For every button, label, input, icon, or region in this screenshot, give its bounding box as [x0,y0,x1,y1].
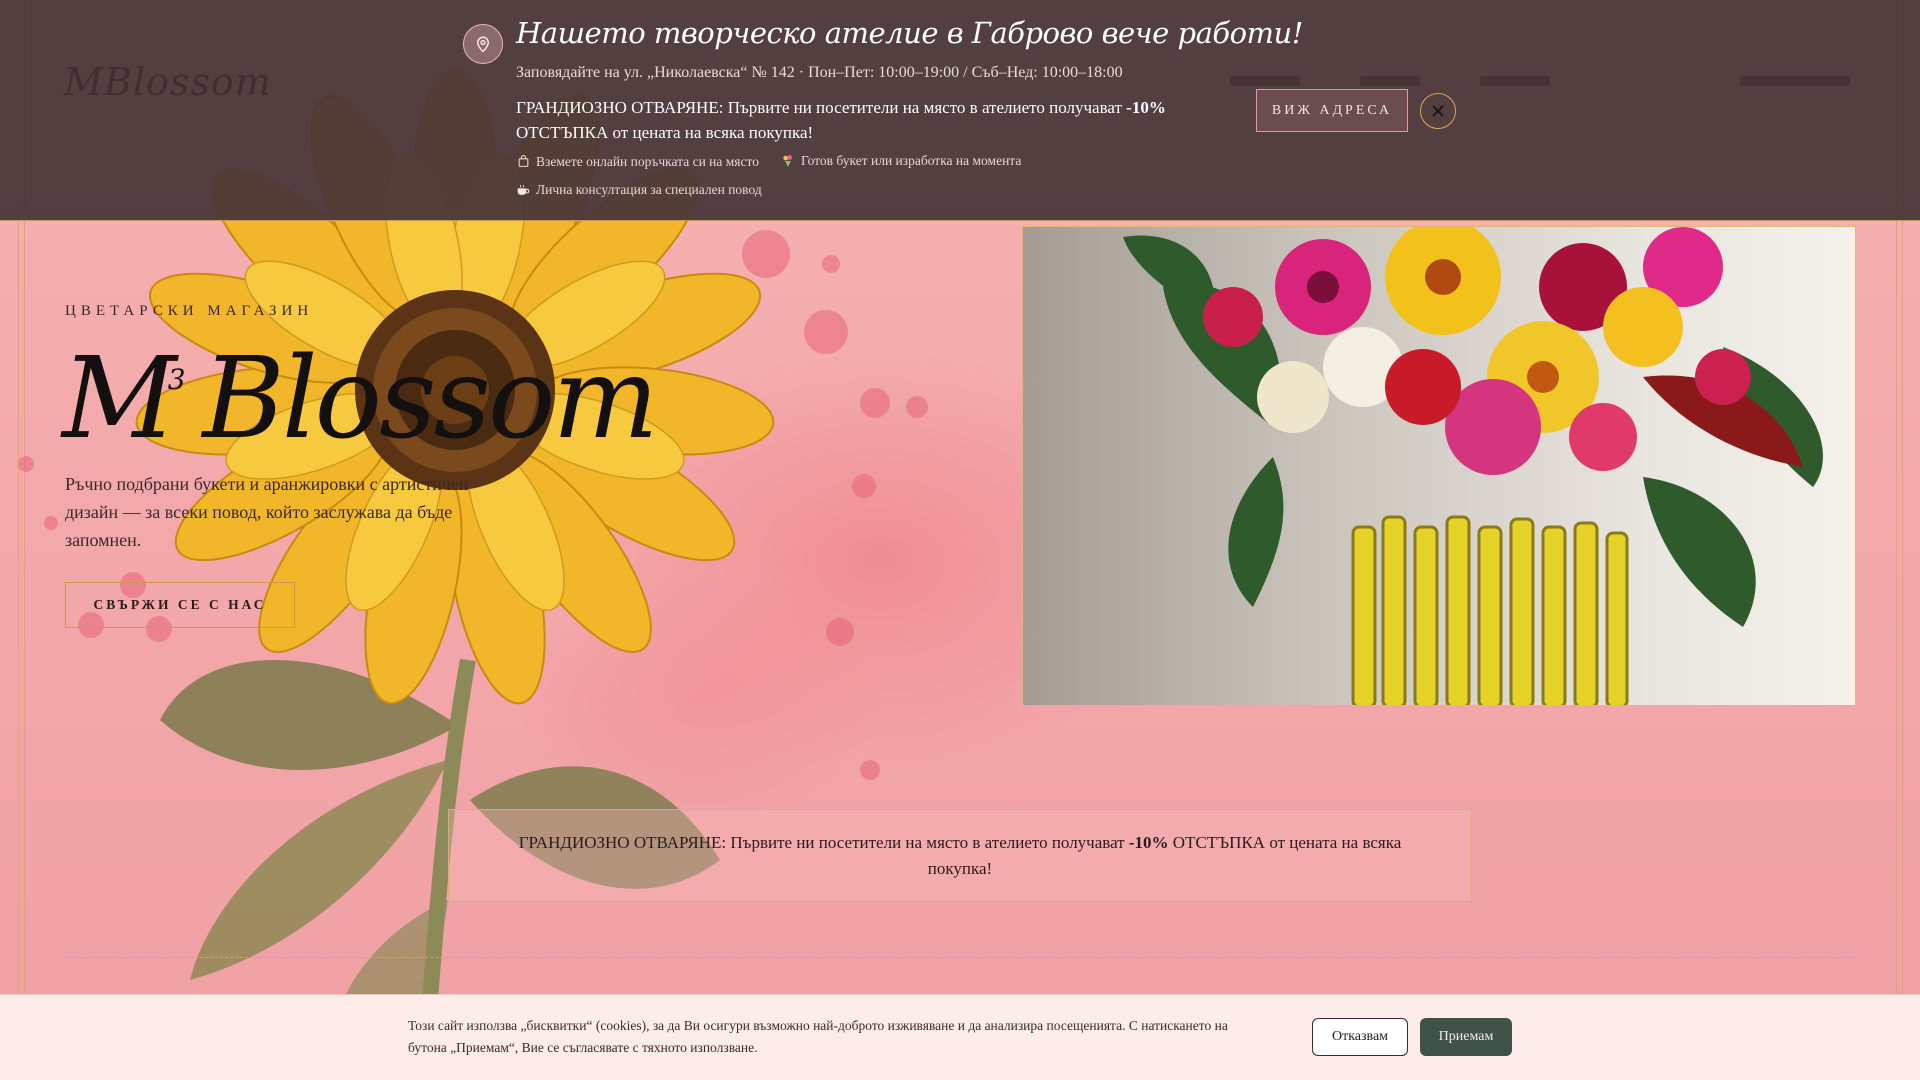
hero-description: Ръчно подбрани букети и аранжировки с ар… [65,474,469,550]
bouquet-photo [1022,226,1856,706]
paint-blot [852,474,876,498]
announcement-promo-suffix: ОТСТЪПКА от цената на всяка покупка! [516,123,814,142]
paint-blot [18,456,34,472]
brand-logo: M3 Blossom [62,320,659,459]
contact-us-button[interactable]: СВЪРЖИ СЕ С НАС [65,582,295,628]
feature-bouquet: Готов букет или изработка на момента [781,150,1021,172]
header-logo-initial: M [64,60,104,104]
paint-blot [822,255,840,273]
paint-blot [44,516,58,530]
paint-blot [906,396,928,418]
brand-name: Blossom [202,334,659,464]
hero-eyebrow: ЦВЕТАРСКИ МАГАЗИН [65,303,314,319]
announcement-promo: ГРАНДИОЗНО ОТВАРЯНЕ: Първите ни посетите… [516,95,1196,145]
announcement-features: Вземете онлайн поръчката си на място Гот… [516,150,1136,207]
announcement-promo-discount: -10% [1126,98,1166,117]
grand-opening-promo: ГРАНДИОЗНО ОТВАРЯНЕ: Първите ни посетите… [448,809,1472,902]
section-divider [65,957,1855,958]
promo-discount: -10% [1128,832,1169,852]
nav-item-shadow [1740,76,1850,86]
feature-label: Вземете онлайн поръчката си на място [536,153,759,169]
accept-cookies-button[interactable]: Приемам [1420,1018,1512,1056]
close-icon [1432,105,1444,117]
nav-item-shadow [1480,76,1550,86]
cookie-consent-bar: Този сайт използва „бисквитки“ (cookies)… [0,994,1920,1080]
header-nav-shadow [1230,76,1550,86]
feature-label: Готов букет или изработка на момента [800,153,1022,168]
announcement-title: Нашето творческо ателие в Габрово вече р… [516,16,1303,50]
header-logo-name: Blossom [103,60,272,104]
nav-item-shadow [1230,76,1300,86]
header-actions-shadow [1740,76,1850,86]
view-address-button[interactable]: ВИЖ АДРЕСА [1256,89,1408,132]
paint-blot [860,760,880,780]
bouquet-photo-art [1123,227,1823,705]
announcement-promo-prefix: ГРАНДИОЗНО ОТВАРЯНЕ: Първите ни посетите… [516,98,1127,117]
brand-superscript: 3 [167,363,186,396]
close-announcement-button[interactable] [1420,93,1456,129]
nav-item-shadow [1360,76,1420,86]
promo-text: ГРАНДИОЗНО ОТВАРЯНЕ: Първите ни посетите… [497,830,1423,882]
paint-blot [804,310,848,354]
bouquet-icon [781,154,795,168]
paint-blot [826,618,854,646]
promo-prefix: ГРАНДИОЗНО ОТВАРЯНЕ: Първите ни посетите… [518,832,1129,852]
decline-cookies-button[interactable]: Отказвам [1312,1018,1408,1056]
header-logo-shadow: MBlossom [64,60,272,104]
brand-initial: M [62,334,177,464]
location-pin-icon [463,24,503,64]
coffee-icon [516,183,530,197]
paint-blot [860,388,890,418]
cookie-text: Този сайт използва „бисквитки“ (cookies)… [408,1018,1228,1055]
bag-icon [516,155,530,169]
feature-label: Лична консултация за специален повод [536,181,762,197]
announcement-bar: MBlossom Нашето творческо ателие в Габро… [0,0,1920,221]
feature-pickup: Вземете онлайн поръчката си на място [516,151,759,173]
paint-blot [742,230,790,278]
feature-consultation: Лична консултация за специален повод [516,179,762,201]
announcement-address: Заповядайте на ул. „Николаевска“ № 142 ·… [516,64,1123,81]
